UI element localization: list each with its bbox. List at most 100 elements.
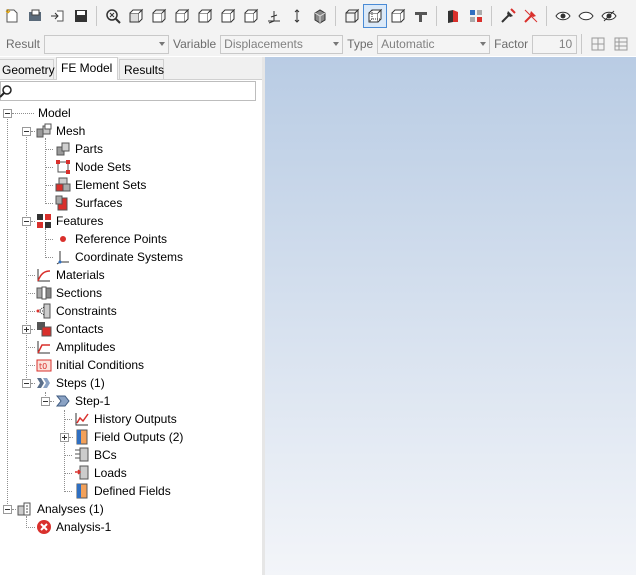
view-bottom-icon[interactable] <box>263 5 285 27</box>
type-value: Automatic <box>381 36 435 51</box>
tree-guide <box>64 491 72 492</box>
tree-item-element-sets[interactable]: Element Sets <box>55 176 146 194</box>
surface-icon[interactable] <box>410 5 432 27</box>
zoom-fit-icon[interactable] <box>102 5 124 27</box>
hidden-lines-icon[interactable] <box>387 5 409 27</box>
tree-item-node-sets[interactable]: Node Sets <box>55 158 131 176</box>
tree-guide <box>45 203 53 204</box>
tree-search-input[interactable] <box>0 81 256 101</box>
tree-item-surfaces[interactable]: Surfaces <box>55 194 122 212</box>
expander-steps[interactable] <box>22 379 31 388</box>
expander-step1[interactable] <box>41 397 50 406</box>
tree-item-model[interactable]: Model <box>38 104 71 122</box>
shaded-edges-icon[interactable] <box>363 4 387 28</box>
parts-icon <box>56 142 70 156</box>
tree-item-contacts[interactable]: Contacts <box>36 320 103 338</box>
view-back-icon[interactable] <box>171 5 193 27</box>
tree-guide <box>45 185 53 186</box>
error-icon <box>37 520 51 534</box>
tree-item-amplitudes[interactable]: Amplitudes <box>36 338 115 356</box>
toolbar-separator <box>546 6 547 26</box>
tree-guide <box>26 365 35 366</box>
tree-guide <box>64 419 72 420</box>
tree-guide <box>26 130 27 384</box>
tree-item-label: Initial Conditions <box>56 358 145 372</box>
tree-item-defined-fields[interactable]: Defined Fields <box>74 482 171 500</box>
tree-guide <box>31 383 35 384</box>
tab-geometry[interactable]: Geometry <box>0 59 55 79</box>
factor-input[interactable]: 10 <box>532 34 578 54</box>
tree-item-field-outputs[interactable]: Field Outputs (2) <box>74 428 183 446</box>
tree-item-coordinate-systems[interactable]: Coordinate Systems <box>55 248 183 266</box>
tree-item-label: Reference Points <box>75 232 168 246</box>
tree-item-label: Steps (1) <box>56 376 105 390</box>
expander-contacts[interactable] <box>22 325 31 334</box>
color-part-icon[interactable] <box>442 5 464 27</box>
tree-guide <box>7 112 8 512</box>
result-select[interactable] <box>44 34 170 54</box>
model-tree: Model Mesh Parts Node Sets Element Sets … <box>0 104 262 574</box>
materials-icon <box>37 269 51 282</box>
tree-item-materials[interactable]: Materials <box>36 266 105 284</box>
tree-item-step1[interactable]: Step-1 <box>55 392 110 410</box>
hide-icon[interactable] <box>575 5 597 27</box>
tree-item-features[interactable]: Features <box>36 212 103 230</box>
new-part-icon[interactable] <box>1 5 23 27</box>
show-icon[interactable] <box>552 5 574 27</box>
view-top-icon[interactable] <box>240 5 262 27</box>
perspective-icon[interactable] <box>309 5 331 27</box>
view-right-icon[interactable] <box>217 5 239 27</box>
view-axis-icon[interactable] <box>286 5 308 27</box>
expander-mesh[interactable] <box>22 127 31 136</box>
tree-item-reference-points[interactable]: Reference Points <box>55 230 167 248</box>
tree-item-label: Loads <box>94 466 127 480</box>
toolbar-separator <box>581 34 583 54</box>
constraints-icon <box>36 303 51 319</box>
type-select[interactable]: Automatic <box>377 34 491 54</box>
grid-view-icon[interactable] <box>587 33 609 55</box>
open-icon[interactable] <box>24 5 46 27</box>
expander-analyses[interactable] <box>3 505 12 514</box>
expander-features[interactable] <box>22 217 31 226</box>
tree-item-steps[interactable]: Steps (1) <box>36 374 105 392</box>
tree-item-initial-conditions[interactable]: t0 Initial Conditions <box>36 356 144 374</box>
tree-item-analyses[interactable]: Analyses (1) <box>17 500 104 518</box>
tree-item-loads[interactable]: Loads <box>74 464 127 482</box>
tree-item-constraints[interactable]: Constraints <box>36 302 117 320</box>
expander-model[interactable] <box>3 109 12 118</box>
tab-fe-model[interactable]: FE Model <box>56 57 118 80</box>
import-icon[interactable] <box>47 5 69 27</box>
mesh-display-icon[interactable] <box>465 5 487 27</box>
sections-icon <box>36 286 52 300</box>
tree-item-label: Analysis-1 <box>56 520 112 534</box>
tree-item-analysis1[interactable]: Analysis-1 <box>36 518 111 536</box>
tree-guide <box>50 401 54 402</box>
tab-results[interactable]: Results <box>119 59 164 79</box>
tree-item-sections[interactable]: Sections <box>36 284 102 302</box>
tree-item-parts[interactable]: Parts <box>55 140 103 158</box>
defined-fields-icon <box>76 483 88 499</box>
tree-item-history-outputs[interactable]: History Outputs <box>74 410 177 428</box>
view-front-icon[interactable] <box>148 5 170 27</box>
reference-point-icon <box>60 236 66 242</box>
pick-icon[interactable] <box>497 5 519 27</box>
table-view-icon[interactable] <box>610 33 632 55</box>
wireframe-icon[interactable] <box>341 5 363 27</box>
graphics-viewport[interactable] <box>265 57 636 575</box>
view-left-icon[interactable] <box>194 5 216 27</box>
tree-guide <box>26 527 35 528</box>
hide-others-icon[interactable] <box>598 5 620 27</box>
variable-value: Displacements <box>224 36 303 51</box>
expander-field-outputs[interactable] <box>60 433 69 442</box>
tree-item-bcs[interactable]: BCs <box>74 446 117 464</box>
tree-guide <box>26 293 35 294</box>
view-iso-icon[interactable] <box>125 5 147 27</box>
unpick-icon[interactable] <box>520 5 542 27</box>
variable-select[interactable]: Displacements <box>220 34 344 54</box>
coordinate-system-icon <box>56 251 69 265</box>
steps-icon <box>37 378 50 388</box>
tree-item-mesh[interactable]: Mesh <box>36 122 85 140</box>
save-icon[interactable] <box>70 5 92 27</box>
tree-guide <box>64 410 65 492</box>
toolbar-separator <box>335 6 336 26</box>
